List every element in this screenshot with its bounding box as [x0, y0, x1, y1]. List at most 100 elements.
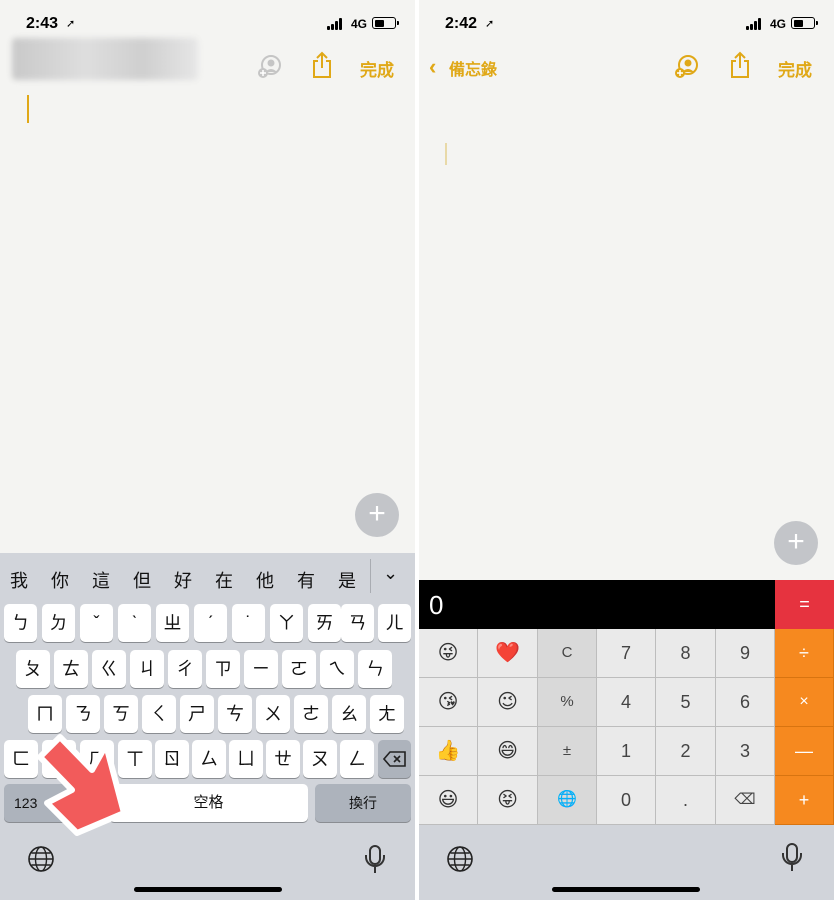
globe-icon[interactable] — [27, 845, 55, 873]
add-person-icon[interactable] — [673, 53, 701, 81]
key[interactable]: ˙ — [232, 604, 265, 642]
key[interactable]: ㄊ — [54, 650, 88, 688]
backspace-button[interactable] — [378, 740, 411, 778]
multiply-button[interactable]: × — [775, 678, 834, 727]
share-icon[interactable] — [729, 51, 751, 79]
globe-key[interactable]: 🌐 — [538, 776, 597, 825]
add-button[interactable]: + — [355, 493, 399, 537]
key[interactable]: ㄚ — [270, 604, 303, 642]
divide-button[interactable]: ÷ — [775, 629, 834, 678]
emoji-key[interactable]: 😃 — [419, 776, 478, 825]
key[interactable]: ˊ — [194, 604, 227, 642]
globe-icon[interactable] — [446, 845, 474, 873]
key[interactable]: ㄖ — [155, 740, 189, 778]
candidate-word[interactable]: 你 — [51, 567, 69, 593]
candidate-word[interactable]: 這 — [92, 567, 110, 593]
key[interactable]: ㄝ — [266, 740, 300, 778]
percent-button[interactable]: % — [538, 678, 597, 727]
chevron-down-icon[interactable]: ⌄ — [383, 563, 398, 584]
notes-calculator-screen: 2:42 ➚ 4G ‹ 備忘錄 完成 + 0 = 😜 ❤️ C 7 8 9 ÷ — [419, 0, 834, 900]
location-arrow-icon: ➚ — [485, 18, 495, 30]
key[interactable]: ㄨ — [256, 695, 290, 733]
subtract-button[interactable]: — — [775, 727, 834, 776]
candidate-word[interactable]: 有 — [297, 567, 315, 593]
key[interactable]: ㄛ — [282, 650, 316, 688]
digit-key[interactable]: 0 — [597, 776, 656, 825]
digit-key[interactable]: 8 — [656, 629, 716, 678]
plus-minus-button[interactable]: ± — [538, 727, 597, 776]
candidate-word[interactable]: 是 — [338, 567, 356, 593]
emoji-key[interactable]: 😄 — [478, 727, 538, 776]
key[interactable]: ㄟ — [320, 650, 354, 688]
digit-key[interactable]: 4 — [597, 678, 656, 727]
key[interactable]: ㄤ — [370, 695, 404, 733]
decimal-key[interactable]: . — [656, 776, 716, 825]
key[interactable]: ㄑ — [142, 695, 176, 733]
clear-button[interactable]: C — [538, 629, 597, 678]
candidate-word[interactable]: 在 — [215, 567, 233, 593]
calculator-value: 0 — [429, 590, 444, 620]
candidate-word[interactable]: 好 — [174, 567, 192, 593]
digit-key[interactable]: 9 — [716, 629, 775, 678]
key[interactable]: ˋ — [118, 604, 151, 642]
digit-key[interactable]: 7 — [597, 629, 656, 678]
return-button[interactable]: 換行 — [315, 784, 411, 822]
space-bar[interactable]: 空格 — [109, 784, 308, 822]
blurred-note-title — [12, 38, 198, 80]
key[interactable]: ㄣ — [358, 650, 392, 688]
key[interactable]: ㄙ — [192, 740, 226, 778]
microphone-icon[interactable] — [780, 843, 804, 875]
done-button[interactable]: 完成 — [360, 56, 394, 81]
candidate-word[interactable]: 但 — [133, 567, 151, 593]
back-button[interactable]: 備忘錄 — [449, 56, 497, 80]
key[interactable]: ㄜ — [294, 695, 328, 733]
backspace-button[interactable]: ⌫ — [716, 776, 775, 825]
key[interactable]: ㄩ — [229, 740, 263, 778]
add-person-icon[interactable] — [256, 53, 284, 81]
digit-key[interactable]: 6 — [716, 678, 775, 727]
add-button[interactable]: + — [774, 521, 818, 565]
key[interactable]: ㄗ — [206, 650, 240, 688]
done-button[interactable]: 完成 — [778, 56, 812, 81]
key[interactable]: ˇ — [80, 604, 113, 642]
key[interactable]: ㄥ — [340, 740, 374, 778]
key[interactable]: ㄍ — [92, 650, 126, 688]
key[interactable]: ㄕ — [180, 695, 214, 733]
key[interactable]: ㄔ — [168, 650, 202, 688]
digit-key[interactable]: 3 — [716, 727, 775, 776]
digit-key[interactable]: 5 — [656, 678, 716, 727]
digit-key[interactable]: 2 — [656, 727, 716, 776]
candidate-divider — [370, 559, 371, 593]
key[interactable]: ㄆ — [16, 650, 50, 688]
key[interactable]: ㄐ — [130, 650, 164, 688]
equals-button[interactable]: = — [775, 580, 834, 629]
emoji-key[interactable]: 😉 — [478, 678, 538, 727]
key[interactable]: ㄞ — [308, 604, 341, 642]
emoji-key[interactable]: 👍 — [419, 727, 478, 776]
candidate-word[interactable]: 我 — [10, 567, 28, 593]
notes-keyboard-screen: 2:43 ➚ 4G 完成 + 我 你 這 但 好 在 他 有 是 ⌄ ㄅ ㄉ ˇ… — [0, 0, 415, 900]
network-type: 4G — [770, 17, 787, 31]
key[interactable]: ㄉ — [42, 604, 75, 642]
status-time: 2:43 — [26, 15, 59, 32]
key[interactable]: ㄦ — [378, 604, 411, 642]
key[interactable]: ㄘ — [218, 695, 252, 733]
key[interactable]: ㄓ — [156, 604, 189, 642]
microphone-icon[interactable] — [363, 845, 387, 877]
signal-icon — [746, 18, 766, 30]
key[interactable]: ㄠ — [332, 695, 366, 733]
key[interactable]: ㄢ — [341, 604, 374, 642]
chevron-left-icon[interactable]: ‹ — [429, 54, 436, 80]
text-cursor — [27, 95, 29, 123]
emoji-key[interactable]: ❤️ — [478, 629, 538, 678]
emoji-key[interactable]: 😝 — [478, 776, 538, 825]
emoji-key[interactable]: 😜 — [419, 629, 478, 678]
share-icon[interactable] — [311, 51, 333, 79]
digit-key[interactable]: 1 — [597, 727, 656, 776]
add-operator-button[interactable]: + — [775, 776, 834, 825]
key[interactable]: ㄡ — [303, 740, 337, 778]
emoji-key[interactable]: 😘 — [419, 678, 478, 727]
candidate-word[interactable]: 他 — [256, 567, 274, 593]
key[interactable]: ㄧ — [244, 650, 278, 688]
key[interactable]: ㄅ — [4, 604, 37, 642]
